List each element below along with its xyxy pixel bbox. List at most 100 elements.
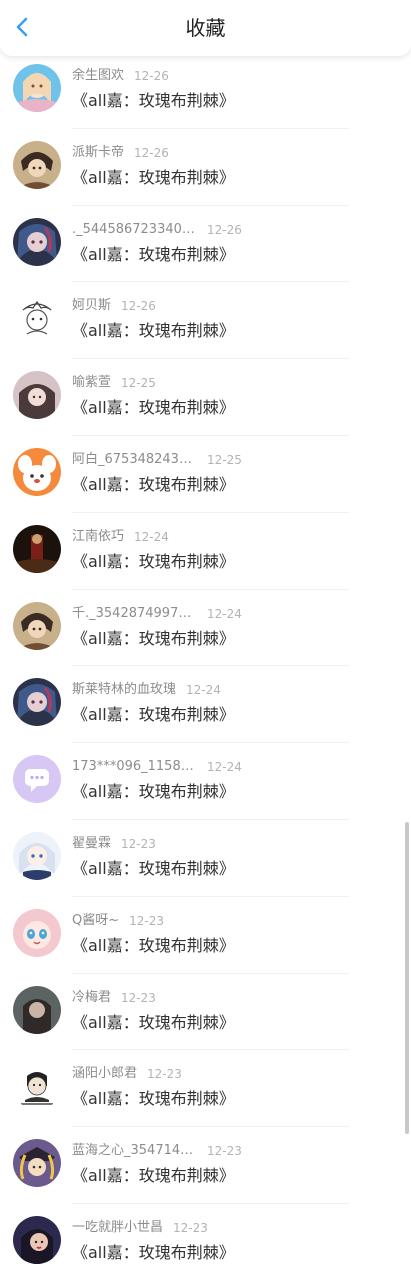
username[interactable]: Q酱呀~: [72, 912, 119, 930]
avatar[interactable]: [13, 601, 61, 650]
item-title[interactable]: 《all嘉：玫瑰布荆棘》: [72, 704, 235, 726]
item-date: 12-23: [121, 990, 156, 1005]
username[interactable]: 翟曼霖: [72, 835, 111, 853]
list-item[interactable]: ._5445867233409... 12-26 《all嘉：玫瑰布荆棘》: [0, 206, 411, 283]
avatar-image: [13, 447, 61, 496]
avatar[interactable]: [13, 1139, 61, 1188]
avatar[interactable]: [13, 217, 61, 266]
item-meta: 阿白_6753482432... 12-25: [72, 451, 242, 469]
username[interactable]: 蓝海之心_3547145...: [72, 1142, 197, 1160]
username[interactable]: 派斯卡帝: [72, 144, 124, 162]
list-item[interactable]: 余生图欢 12-26 《all嘉：玫瑰布荆棘》: [0, 52, 411, 129]
avatar-image: [13, 294, 61, 343]
avatar[interactable]: [13, 371, 61, 420]
item-title[interactable]: 《all嘉：玫瑰布荆棘》: [72, 320, 235, 342]
item-title[interactable]: 《all嘉：玫瑰布荆棘》: [72, 781, 235, 803]
item-title[interactable]: 《all嘉：玫瑰布荆棘》: [72, 628, 235, 650]
avatar-image: [13, 140, 61, 189]
item-title[interactable]: 《all嘉：玫瑰布荆棘》: [72, 1012, 235, 1034]
item-title[interactable]: 《all嘉：玫瑰布荆棘》: [72, 1165, 235, 1187]
avatar[interactable]: [13, 1215, 61, 1264]
username[interactable]: 阿白_6753482432...: [72, 451, 197, 469]
avatar[interactable]: [13, 294, 61, 343]
item-meta: 派斯卡帝 12-26: [72, 144, 169, 162]
list-item[interactable]: 173***096_11582... 12-24 《all嘉：玫瑰布荆棘》: [0, 743, 411, 820]
list-item[interactable]: 冷梅君 12-23 《all嘉：玫瑰布荆棘》: [0, 974, 411, 1051]
avatar-image: [13, 908, 61, 957]
item-date: 12-23: [173, 1220, 208, 1235]
item-title[interactable]: 《all嘉：玫瑰布荆棘》: [72, 474, 235, 496]
item-meta: ._5445867233409... 12-26: [72, 221, 242, 239]
avatar[interactable]: [13, 985, 61, 1034]
item-meta: 余生图欢 12-26: [72, 67, 169, 85]
username[interactable]: 一吃就胖小世昌: [72, 1219, 163, 1237]
username[interactable]: 妸贝斯: [72, 297, 111, 315]
item-meta: 一吃就胖小世昌 12-23: [72, 1219, 208, 1237]
avatar-image: [13, 755, 61, 804]
avatar[interactable]: [13, 524, 61, 573]
list-item[interactable]: 千._35428749977... 12-24 《all嘉：玫瑰布荆棘》: [0, 590, 411, 667]
avatar-image: [13, 1062, 61, 1111]
avatar[interactable]: [13, 678, 61, 727]
username[interactable]: ._5445867233409...: [72, 221, 197, 239]
username[interactable]: 173***096_11582...: [72, 758, 197, 776]
avatar-image: [13, 64, 61, 112]
favorites-list: 余生图欢 12-26 《all嘉：玫瑰布荆棘》 派斯卡帝 12-26 《all嘉：玫瑰布荆…: [0, 52, 411, 1280]
item-title[interactable]: 《all嘉：玫瑰布荆棘》: [72, 167, 235, 189]
username[interactable]: 斯莱特林的血玫瑰: [72, 681, 176, 699]
item-title[interactable]: 《all嘉：玫瑰布荆棘》: [72, 244, 235, 266]
avatar[interactable]: [13, 447, 61, 496]
item-meta: 冷梅君 12-23: [72, 989, 156, 1007]
list-item[interactable]: Q酱呀~ 12-23 《all嘉：玫瑰布荆棘》: [0, 897, 411, 974]
avatar[interactable]: [13, 831, 61, 880]
item-title[interactable]: 《all嘉：玫瑰布荆棘》: [72, 90, 235, 112]
list-item[interactable]: 阿白_6753482432... 12-25 《all嘉：玫瑰布荆棘》: [0, 436, 411, 513]
item-meta: 173***096_11582... 12-24: [72, 758, 242, 776]
username[interactable]: 江南依巧: [72, 528, 124, 546]
item-date: 12-24: [186, 683, 221, 698]
list-item[interactable]: 斯莱特林的血玫瑰 12-24 《all嘉：玫瑰布荆棘》: [0, 666, 411, 744]
list-item[interactable]: 一吃就胖小世昌 12-23 《all嘉：玫瑰布荆棘》: [0, 1204, 411, 1280]
item-title[interactable]: 《all嘉：玫瑰布荆棘》: [72, 551, 235, 573]
username[interactable]: 千._35428749977...: [72, 605, 197, 623]
avatar[interactable]: [13, 64, 61, 112]
item-date: 12-24: [134, 529, 169, 544]
item-date: 12-26: [121, 299, 156, 314]
avatar-image: [13, 1139, 61, 1188]
item-title[interactable]: 《all嘉：玫瑰布荆棘》: [72, 1088, 235, 1110]
item-title[interactable]: 《all嘉：玫瑰布荆棘》: [72, 1242, 235, 1264]
avatar[interactable]: [13, 140, 61, 189]
list-item[interactable]: 妸贝斯 12-26 《all嘉：玫瑰布荆棘》: [0, 282, 411, 360]
avatar-image: [13, 524, 61, 573]
item-date: 12-23: [207, 1144, 242, 1159]
item-meta: 涵阳小郎君 12-23: [72, 1065, 182, 1083]
username[interactable]: 冷梅君: [72, 989, 111, 1007]
avatar-image: [13, 371, 61, 420]
item-date: 12-23: [147, 1067, 182, 1082]
item-title[interactable]: 《all嘉：玫瑰布荆棘》: [72, 397, 235, 419]
top-bar: 收藏: [0, 0, 411, 56]
item-title[interactable]: 《all嘉：玫瑰布荆棘》: [72, 935, 235, 957]
item-date: 12-23: [121, 836, 156, 851]
list-item[interactable]: 蓝海之心_3547145... 12-23 《all嘉：玫瑰布荆棘》: [0, 1127, 411, 1204]
item-date: 12-26: [207, 222, 242, 237]
avatar[interactable]: [13, 755, 61, 804]
list-item[interactable]: 喻紫萱 12-25 《all嘉：玫瑰布荆棘》: [0, 359, 411, 436]
avatar[interactable]: [13, 1062, 61, 1111]
item-title[interactable]: 《all嘉：玫瑰布荆棘》: [72, 858, 235, 880]
list-item[interactable]: 翟曼霖 12-23 《all嘉：玫瑰布荆棘》: [0, 820, 411, 897]
avatar-image: [13, 1215, 61, 1264]
list-item[interactable]: 派斯卡帝 12-26 《all嘉：玫瑰布荆棘》: [0, 129, 411, 206]
avatar-image: [13, 601, 61, 650]
list-item[interactable]: 江南依巧 12-24 《all嘉：玫瑰布荆棘》: [0, 513, 411, 590]
item-meta: Q酱呀~ 12-23: [72, 912, 164, 930]
favorites-page: 收藏 余生图欢 12-26 《all嘉：玫瑰布荆棘》 派斯卡帝 12-26 《all嘉：玫…: [0, 0, 411, 1280]
list-item[interactable]: 涵阳小郎君 12-23 《all嘉：玫瑰布荆棘》: [0, 1050, 411, 1128]
scrollbar[interactable]: [405, 822, 409, 1134]
username[interactable]: 喻紫萱: [72, 374, 111, 392]
avatar-image: [13, 831, 61, 880]
item-meta: 翟曼霖 12-23: [72, 835, 156, 853]
username[interactable]: 余生图欢: [72, 67, 124, 85]
avatar[interactable]: [13, 908, 61, 957]
username[interactable]: 涵阳小郎君: [72, 1065, 137, 1083]
